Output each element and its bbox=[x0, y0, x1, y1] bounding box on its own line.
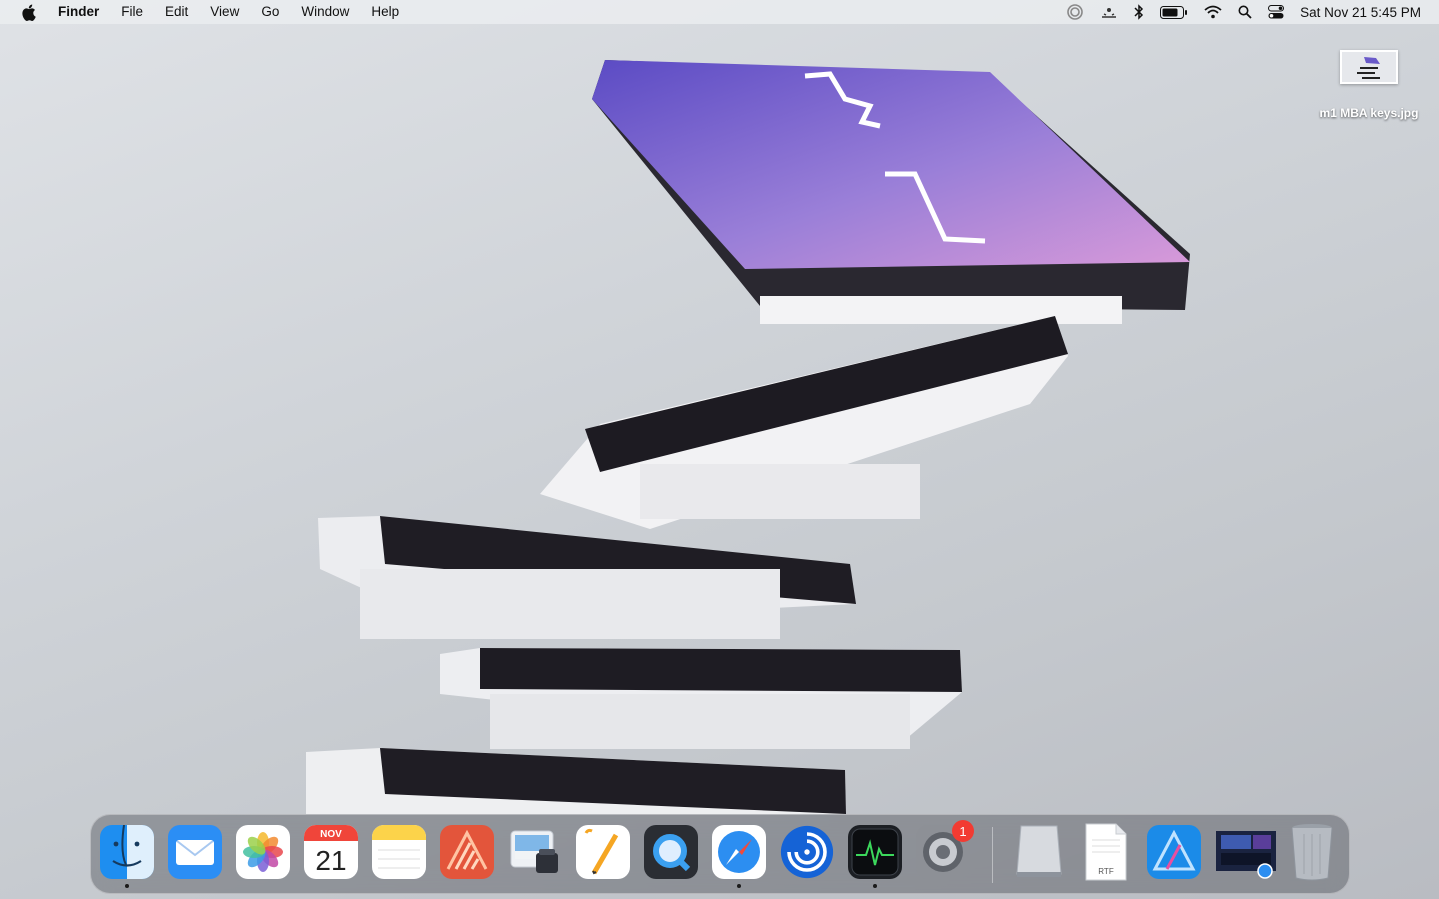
dock-finder[interactable] bbox=[100, 824, 154, 888]
dock-notes[interactable] bbox=[372, 824, 426, 880]
drive-icon bbox=[1016, 825, 1062, 877]
dock-drive[interactable] bbox=[1011, 824, 1065, 880]
dock-calendar[interactable]: NOV 21 bbox=[304, 824, 358, 880]
preview-icon bbox=[510, 830, 558, 873]
istat-icon[interactable] bbox=[1066, 3, 1084, 21]
dock-quicktime[interactable] bbox=[644, 824, 698, 880]
dock-system-preferences[interactable]: 1 bbox=[916, 820, 974, 880]
dock-affinity-designer[interactable] bbox=[1147, 824, 1201, 880]
file-name[interactable]: m1 MBA keys.jpg bbox=[1320, 106, 1419, 120]
menu-file[interactable]: File bbox=[110, 0, 154, 24]
menu-window[interactable]: Window bbox=[290, 0, 360, 24]
control-center-icon[interactable] bbox=[1268, 5, 1285, 19]
finder-icon bbox=[100, 825, 154, 879]
weather-icon[interactable] bbox=[1100, 5, 1118, 19]
mail-icon bbox=[168, 825, 222, 879]
desktop-file[interactable]: m1 MBA keys.jpg bbox=[1310, 50, 1428, 120]
calendar-day: 21 bbox=[315, 845, 346, 876]
screenshot-stack-icon bbox=[1216, 831, 1276, 879]
dock-rtf-document[interactable]: RTF bbox=[1079, 823, 1133, 881]
affinity-designer-icon bbox=[1147, 825, 1201, 879]
battery-icon[interactable] bbox=[1160, 5, 1188, 19]
dock-photos[interactable] bbox=[236, 824, 290, 880]
dock-mail[interactable] bbox=[168, 824, 222, 880]
menu-help[interactable]: Help bbox=[360, 0, 410, 24]
notes-icon bbox=[372, 825, 426, 879]
desktop-wallpaper bbox=[306, 60, 1190, 814]
dock-affinity-publisher[interactable] bbox=[440, 824, 494, 880]
running-indicator bbox=[125, 884, 129, 888]
dock-pages[interactable] bbox=[576, 824, 630, 880]
photos-icon bbox=[236, 825, 290, 879]
running-indicator bbox=[873, 884, 877, 888]
trash-icon bbox=[1291, 824, 1333, 881]
istat-icon bbox=[780, 825, 834, 879]
dock-trash[interactable] bbox=[1285, 824, 1339, 881]
menu-go[interactable]: Go bbox=[250, 0, 290, 24]
apple-menu-icon[interactable] bbox=[0, 4, 56, 21]
menu-bar: Finder File Edit View Go Window Help Sat… bbox=[0, 0, 1439, 24]
dock-screenshot-stack[interactable] bbox=[1215, 824, 1277, 880]
menu-app-name[interactable]: Finder bbox=[56, 0, 110, 24]
file-thumbnail[interactable] bbox=[1340, 50, 1398, 84]
dock-activity-monitor[interactable] bbox=[848, 824, 902, 888]
rtf-document-icon: RTF bbox=[1085, 823, 1127, 881]
safari-icon bbox=[712, 825, 766, 879]
dock-istat[interactable] bbox=[780, 824, 834, 880]
menu-view[interactable]: View bbox=[199, 0, 250, 24]
dock-safari[interactable] bbox=[712, 824, 766, 888]
pages-icon bbox=[576, 825, 630, 879]
menu-clock[interactable]: Sat Nov 21 5:45 PM bbox=[1300, 5, 1421, 20]
calendar-icon: NOV 21 bbox=[304, 825, 358, 879]
dock: NOV 21 1 RTF bbox=[90, 814, 1350, 894]
running-indicator bbox=[737, 884, 741, 888]
dock-divider bbox=[992, 827, 993, 883]
calendar-month: NOV bbox=[320, 829, 342, 840]
spotlight-icon[interactable] bbox=[1238, 5, 1252, 19]
wifi-icon[interactable] bbox=[1204, 5, 1222, 19]
menu-edit[interactable]: Edit bbox=[154, 0, 199, 24]
notification-badge: 1 bbox=[952, 820, 974, 842]
activity-monitor-icon bbox=[848, 825, 902, 879]
bluetooth-icon[interactable] bbox=[1134, 4, 1144, 20]
affinity-publisher-icon bbox=[440, 825, 494, 879]
rtf-label: RTF bbox=[1098, 867, 1114, 876]
quicktime-icon bbox=[644, 825, 698, 879]
dock-preview[interactable] bbox=[508, 824, 562, 880]
